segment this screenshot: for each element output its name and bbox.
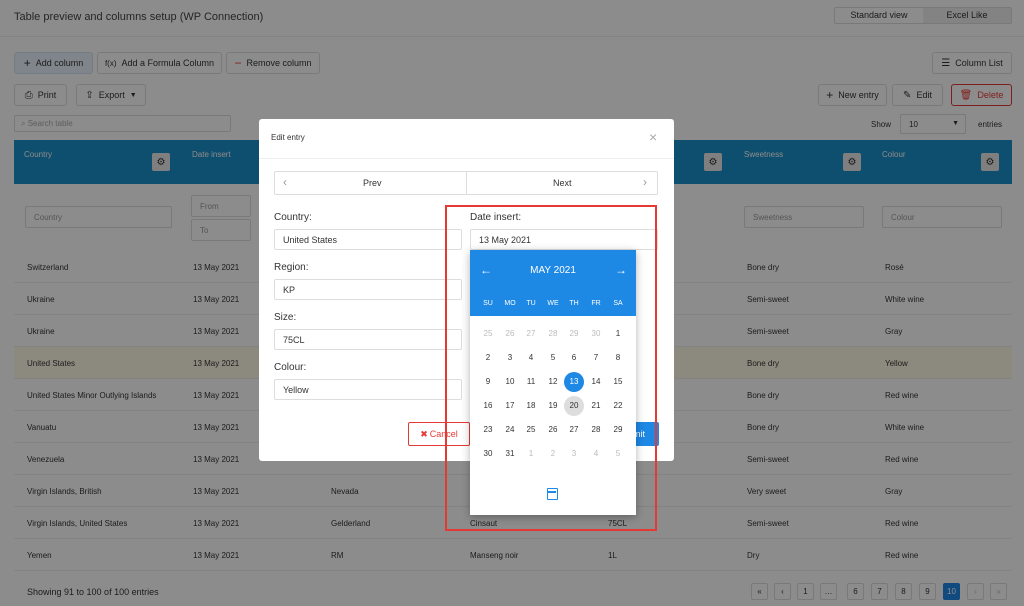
next-label: Next (553, 178, 572, 188)
size-label: Size: (274, 312, 297, 323)
size-field[interactable]: 75CL (274, 329, 462, 350)
region-label: Region: (274, 262, 309, 273)
highlight-box (445, 205, 657, 531)
region-field[interactable]: KP (274, 279, 462, 300)
close-icon[interactable]: × (649, 129, 657, 145)
modal-title: Edit entry (271, 133, 305, 142)
next-record-button[interactable]: Next › (467, 172, 659, 194)
country-label: Country: (274, 212, 312, 223)
prev-record-button[interactable]: ‹ Prev (275, 172, 467, 194)
chevron-right-icon: › (643, 175, 647, 189)
colour-field[interactable]: Yellow (274, 379, 462, 400)
close-x-icon: ✖ (420, 428, 428, 439)
modal-header-divider (259, 158, 674, 159)
chevron-left-icon: ‹ (283, 175, 287, 189)
colour-label: Colour: (274, 362, 307, 373)
record-nav: ‹ Prev Next › (274, 171, 658, 195)
prev-label: Prev (363, 178, 382, 188)
country-field[interactable]: United States (274, 229, 462, 250)
